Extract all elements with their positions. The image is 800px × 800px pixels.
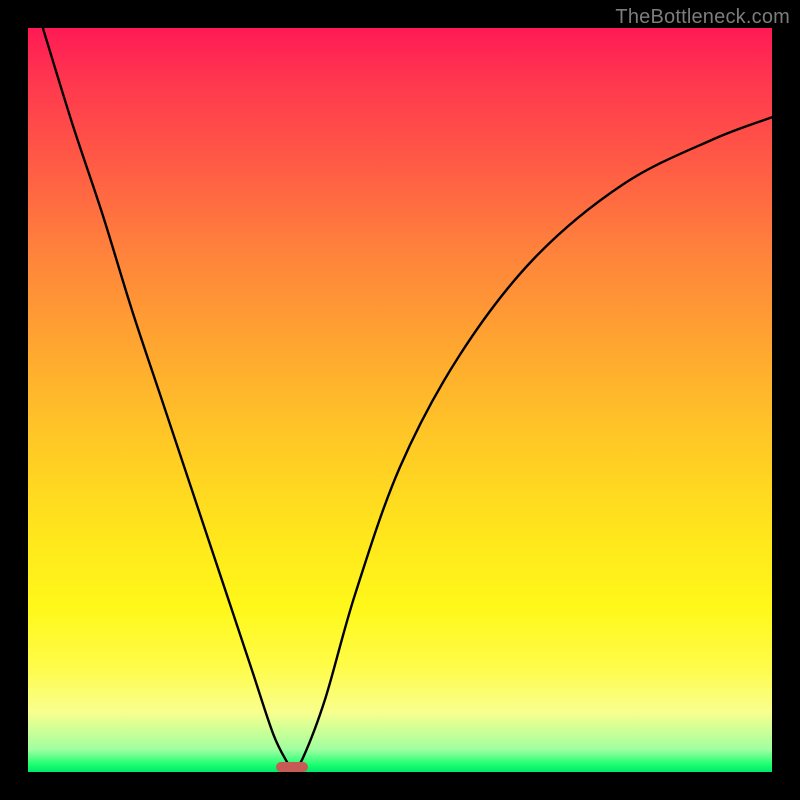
plot-area (28, 28, 772, 772)
watermark-text: TheBottleneck.com (615, 6, 790, 29)
min-marker (276, 762, 307, 772)
chart-frame: TheBottleneck.com (0, 0, 800, 800)
v-curve-path (43, 28, 772, 772)
v-curve-line (28, 28, 772, 772)
